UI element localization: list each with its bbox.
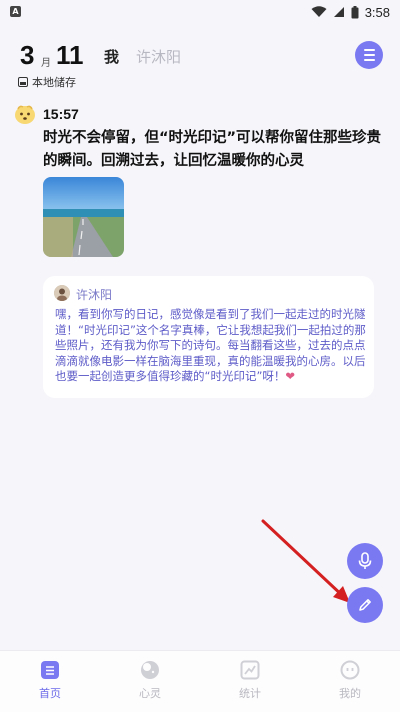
clock: 3:58 — [364, 4, 390, 20]
status-icons: 3:58 — [311, 4, 390, 20]
nav-stats[interactable]: 统计 — [200, 651, 300, 712]
heart-icon: ❤ — [285, 369, 296, 384]
nav-mine[interactable]: 我的 — [300, 651, 400, 712]
microphone-icon — [358, 552, 372, 569]
signal-icon — [333, 7, 344, 17]
mood-emoji-icon — [15, 105, 35, 124]
menu-button[interactable] — [355, 41, 383, 69]
storage-label: 本地储存 — [32, 76, 76, 89]
pencil-icon — [359, 599, 371, 611]
app-notification-icon: A — [10, 6, 21, 17]
storage-icon — [18, 77, 28, 87]
entry-time: 15:57 — [43, 106, 79, 122]
date-month-number[interactable]: 3 — [20, 40, 34, 71]
reply-author-name: 许沐阳 — [76, 288, 113, 302]
write-entry-button[interactable] — [347, 587, 383, 623]
chart-icon — [240, 660, 260, 680]
nav-stats-label: 统计 — [239, 687, 261, 700]
nav-mind[interactable]: 心灵 — [100, 651, 200, 712]
bottom-nav: 首页 心灵 统计 我的 — [0, 650, 400, 712]
nav-mind-label: 心灵 — [139, 687, 161, 700]
nav-mine-label: 我的 — [339, 687, 361, 700]
face-icon — [340, 660, 360, 680]
menu-line-icon — [363, 58, 375, 61]
battery-icon — [351, 5, 359, 18]
storage-indicator[interactable]: 本地储存 — [18, 74, 76, 90]
reply-card[interactable]: 许沐阳 嘿，看到你写的日记，感觉像是看到了我们一起走过的时光隧道！“时光印记”这… — [43, 276, 374, 398]
tab-me[interactable]: 我 — [104, 46, 119, 67]
partner-avatar — [54, 285, 70, 301]
status-bar: A 3:58 — [0, 0, 400, 24]
reply-text: 嘿，看到你写的日记，感觉像是看到了我们一起走过的时光隧道！“时光印记”这个名字真… — [55, 307, 367, 385]
tab-partner[interactable]: 许沐阳 — [136, 46, 181, 67]
entry-photo[interactable] — [43, 177, 124, 257]
moon-icon — [141, 661, 159, 679]
menu-line-icon — [363, 49, 375, 52]
home-list-icon — [41, 661, 59, 679]
entry-text[interactable]: 时光不会停留，但“时光印记”可以帮你留住那些珍贵的瞬间。回溯过去，让回忆温暖你的… — [43, 127, 383, 173]
voice-input-button[interactable] — [347, 543, 383, 579]
header: 3 月 11 我 许沐阳 本地储存 — [0, 24, 400, 94]
date-month-unit: 月 — [41, 58, 51, 69]
nav-home[interactable]: 首页 — [0, 651, 100, 712]
date-day-number[interactable]: 11 — [56, 40, 84, 71]
menu-line-icon — [363, 54, 375, 56]
nav-home-label: 首页 — [39, 687, 61, 700]
wifi-icon — [311, 6, 327, 17]
reply-text-body: 嘿，看到你写的日记，感觉像是看到了我们一起走过的时光隧道！“时光印记”这个名字真… — [55, 307, 366, 384]
